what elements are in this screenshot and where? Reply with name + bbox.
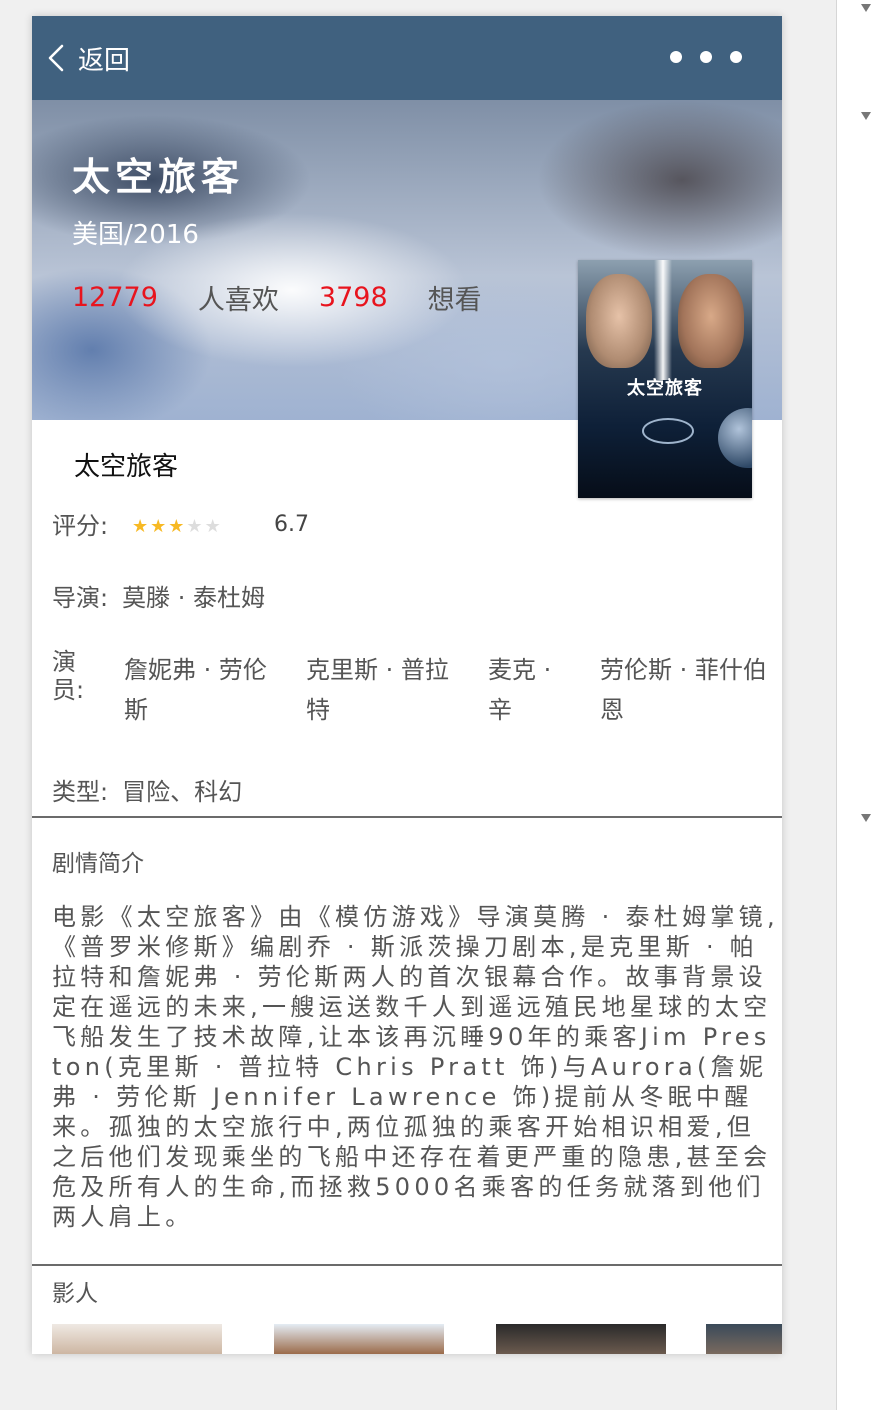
movie-poster[interactable]: 太空旅客 (578, 260, 752, 498)
person-thumbnail[interactable] (274, 1324, 444, 1354)
cast-member[interactable]: 克里斯 · 普拉特 (306, 650, 470, 730)
back-label: 返回 (78, 45, 131, 76)
director-label: 导演: (52, 584, 109, 612)
movie-origin-year: 美国/2016 (72, 220, 199, 250)
star-icon: ★ (186, 516, 203, 537)
star-icon: ★ (168, 516, 185, 537)
wants-count: 3798 (318, 282, 388, 313)
star-icon: ★ (204, 516, 221, 537)
back-button[interactable]: 返回 (46, 40, 130, 76)
collapse-arrow-icon[interactable] (861, 814, 871, 822)
cast-member[interactable]: 麦克 · 辛 (488, 650, 568, 730)
nav-bar: 返回 (32, 16, 782, 100)
person-thumbnail[interactable] (52, 1324, 222, 1354)
cast-member[interactable]: 劳伦斯 · 菲什伯恩 (600, 650, 782, 730)
cast-member[interactable]: 詹妮弗 · 劳伦斯 (124, 650, 288, 730)
genre-label: 类型: (52, 778, 109, 806)
genre-value: 冒险、科幻 (122, 778, 243, 806)
movie-subtitle: 太空旅客 (74, 452, 179, 482)
director-row: 导演: 莫滕 · 泰杜姆 (52, 578, 265, 613)
poster-title: 太空旅客 (627, 378, 703, 399)
likes-count: 12779 (72, 282, 158, 313)
collapse-arrow-icon[interactable] (861, 112, 871, 120)
rating-label: 评分: (52, 512, 109, 540)
more-button[interactable] (670, 42, 742, 72)
spaceship-graphic (642, 418, 694, 444)
genre-row: 类型: 冒险、科幻 (52, 772, 242, 807)
synopsis-heading: 剧情简介 (52, 851, 144, 877)
synopsis-text: 电影《太空旅客》由《模仿游戏》导演莫腾 · 泰杜姆掌镜,《普罗米修斯》编剧乔 ·… (52, 903, 779, 1231)
more-dot-icon (670, 51, 682, 63)
more-dot-icon (700, 51, 712, 63)
movie-title: 太空旅客 (72, 155, 245, 199)
wants-label: 想看 (427, 285, 482, 316)
star-icon: ★ (132, 516, 149, 537)
rating-value: 6.7 (274, 512, 309, 537)
likes-label: 人喜欢 (197, 285, 279, 316)
star-icon: ★ (150, 516, 167, 537)
person-thumbnail[interactable] (496, 1324, 666, 1354)
collapse-arrow-icon[interactable] (861, 4, 871, 12)
poster-light-beam (654, 260, 672, 380)
cast-label: 演员: (52, 648, 85, 704)
rating-stars: ★ ★ ★ ★ ★ (132, 518, 223, 536)
actress-face (586, 274, 652, 368)
right-side-panel (836, 0, 880, 1410)
person-thumbnail[interactable] (706, 1324, 782, 1354)
actor-face (678, 274, 744, 368)
more-dot-icon (730, 51, 742, 63)
chevron-left-icon (48, 44, 64, 72)
section-divider (32, 1264, 782, 1266)
section-divider (32, 816, 782, 818)
movie-stats: 12779 人喜欢 3798 想看 (72, 278, 482, 317)
director-name[interactable]: 莫滕 · 泰杜姆 (122, 584, 265, 612)
planet-graphic (718, 408, 752, 468)
people-heading: 影人 (52, 1281, 98, 1307)
phone-screen: 返回 太空旅客 美国/2016 12779 人喜欢 3798 想看 太空旅客 太… (32, 16, 782, 1354)
